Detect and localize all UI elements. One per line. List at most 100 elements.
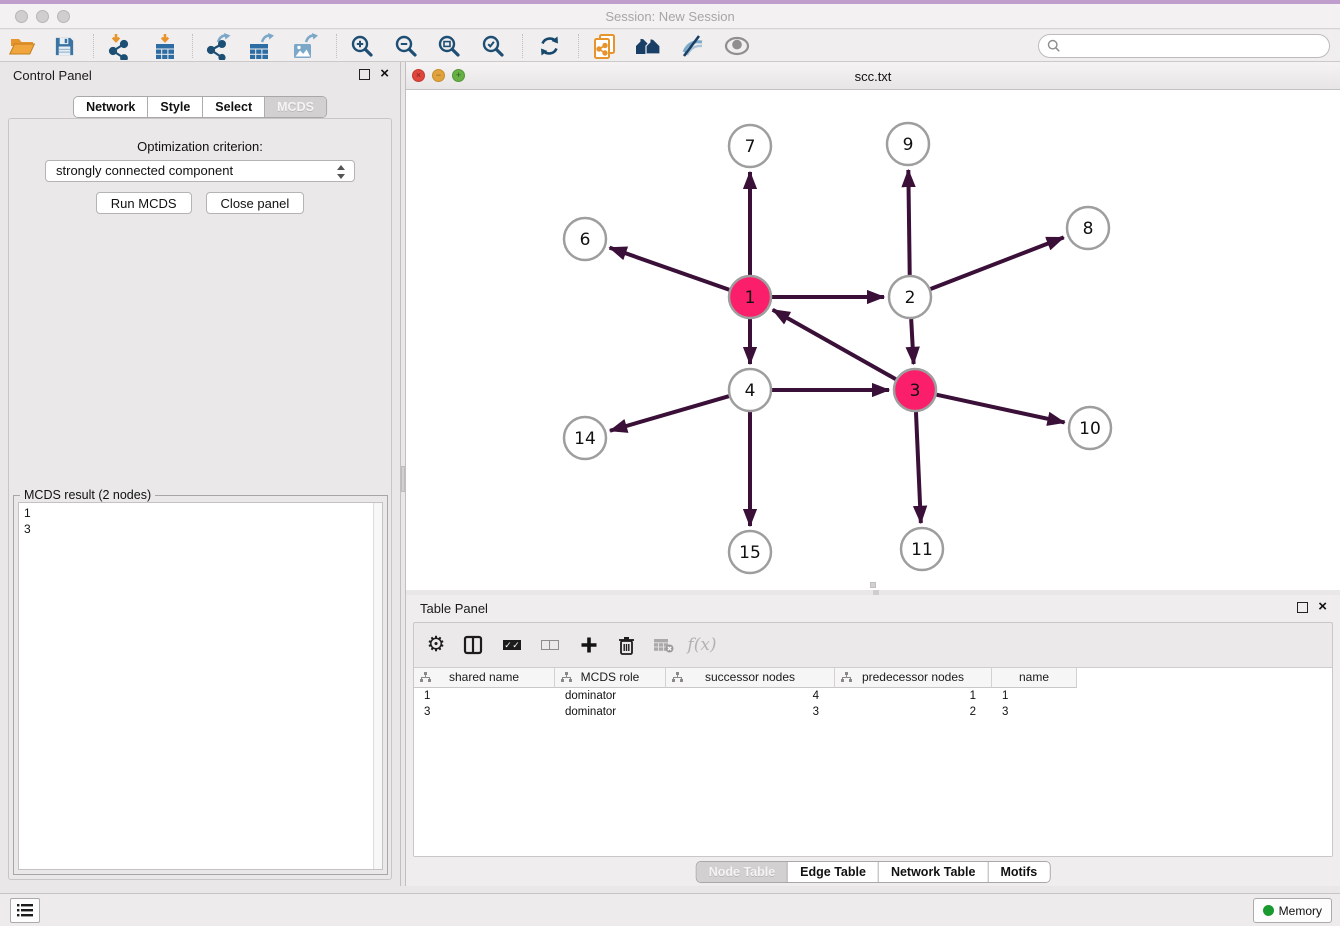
row-filler <box>1077 688 1332 704</box>
node-table: shared name MCDS role successor nodes pr… <box>414 667 1332 856</box>
apply-layout-icon[interactable] <box>533 31 565 61</box>
column-header-shared-name[interactable]: shared name <box>414 668 555 688</box>
import-network-icon[interactable] <box>103 31 135 61</box>
toolbar-separator <box>522 34 523 58</box>
cell-shared-name[interactable]: 1 <box>414 688 555 704</box>
cell-mcds-role[interactable]: dominator <box>555 704 666 720</box>
cell-successor-nodes[interactable]: 4 <box>666 688 835 704</box>
export-network-icon[interactable] <box>202 31 234 61</box>
cell-name[interactable]: 1 <box>992 688 1077 704</box>
canvas-resize-handle[interactable] <box>870 582 876 588</box>
graph-node-3[interactable]: 3 <box>894 369 936 411</box>
graph-node-2[interactable]: 2 <box>889 276 931 318</box>
search-input[interactable] <box>1066 37 1329 55</box>
zoom-fit-icon[interactable] <box>433 31 465 61</box>
graph-edge-3-10[interactable] <box>936 395 1064 423</box>
tab-network[interactable]: Network <box>74 97 148 117</box>
graph-edge-2-8[interactable] <box>931 237 1064 289</box>
network-canvas[interactable]: 1 2 3 4 6 7 8 9 10 11 14 15 <box>406 90 1340 590</box>
control-panel-tabs: Network Style Select MCDS <box>73 96 327 118</box>
cell-mcds-role[interactable]: dominator <box>555 688 666 704</box>
result-scrollbar[interactable] <box>373 503 382 869</box>
graph-node-4[interactable]: 4 <box>729 369 771 411</box>
graph-edge-2-9[interactable] <box>908 170 909 275</box>
run-mcds-button[interactable]: Run MCDS <box>96 192 192 214</box>
toolbar-separator <box>192 34 193 58</box>
tab-motifs[interactable]: Motifs <box>988 862 1049 882</box>
svg-text:10: 10 <box>1079 419 1101 439</box>
export-image-icon[interactable] <box>289 31 321 61</box>
trash-icon[interactable] <box>610 630 642 660</box>
tab-edge-table[interactable]: Edge Table <box>788 862 879 882</box>
toolbar-separator <box>336 34 337 58</box>
tab-mcds[interactable]: MCDS <box>265 97 326 117</box>
column-type-icon <box>841 672 852 683</box>
float-panel-icon[interactable] <box>1297 602 1308 613</box>
graph-edge-2-3[interactable] <box>911 319 913 364</box>
graph-node-9[interactable]: 9 <box>887 123 929 165</box>
zoom-out-icon[interactable] <box>390 31 422 61</box>
split-panel-icon[interactable] <box>457 630 489 660</box>
close-panel-icon[interactable]: × <box>380 65 389 83</box>
column-header-name[interactable]: name <box>992 668 1077 688</box>
tab-node-table[interactable]: Node Table <box>697 862 788 882</box>
result-line: 3 <box>24 521 377 537</box>
graph-edge-4-14[interactable] <box>610 396 729 431</box>
optimization-criterion-select[interactable]: strongly connected component <box>45 160 355 182</box>
close-panel-button[interactable]: Close panel <box>206 192 305 214</box>
table-row[interactable]: 3 dominator 3 2 3 <box>414 704 1332 720</box>
float-panel-icon[interactable] <box>359 69 370 80</box>
graph-node-6[interactable]: 6 <box>564 218 606 260</box>
task-list-button[interactable] <box>10 898 40 923</box>
graph-node-15[interactable]: 15 <box>729 531 771 573</box>
main-toolbar <box>0 30 1340 62</box>
cell-successor-nodes[interactable]: 3 <box>666 704 835 720</box>
cell-predecessor-nodes[interactable]: 1 <box>835 688 992 704</box>
home-icon[interactable] <box>632 31 664 61</box>
close-panel-icon[interactable]: × <box>1318 598 1327 616</box>
deselect-all-icon[interactable] <box>534 630 566 660</box>
graph-node-7[interactable]: 7 <box>729 125 771 167</box>
cell-shared-name[interactable]: 3 <box>414 704 555 720</box>
memory-button[interactable]: Memory <box>1253 898 1332 923</box>
open-file-icon[interactable] <box>6 31 38 61</box>
search-field[interactable] <box>1038 34 1330 58</box>
delete-table-icon <box>647 630 679 660</box>
svg-text:2: 2 <box>905 288 916 308</box>
table-tabs: Node Table Edge Table Network Table Moti… <box>696 861 1051 883</box>
graph-node-1[interactable]: 1 <box>729 276 771 318</box>
graphics-details-icon[interactable] <box>676 31 708 61</box>
table-row[interactable]: 1 dominator 4 1 1 <box>414 688 1332 704</box>
cell-name[interactable]: 3 <box>992 704 1077 720</box>
cell-predecessor-nodes[interactable]: 2 <box>835 704 992 720</box>
zoom-selected-icon[interactable] <box>477 31 509 61</box>
splitter-grip[interactable] <box>401 466 405 492</box>
graph-edge-3-11[interactable] <box>916 412 921 523</box>
add-row-icon[interactable] <box>573 630 605 660</box>
toolbar-separator <box>93 34 94 58</box>
save-session-icon[interactable] <box>48 31 80 61</box>
header-filler <box>1077 668 1332 688</box>
graph-node-8[interactable]: 8 <box>1067 207 1109 249</box>
export-table-icon[interactable] <box>245 31 277 61</box>
zoom-in-icon[interactable] <box>346 31 378 61</box>
mcds-result-textarea[interactable]: 13 <box>18 502 383 870</box>
tab-select[interactable]: Select <box>203 97 265 117</box>
select-all-icon[interactable]: ✓ ✓ <box>496 630 528 660</box>
column-settings-icon[interactable]: ⚙ <box>420 630 452 660</box>
column-header-successor-nodes[interactable]: successor nodes <box>666 668 835 688</box>
import-table-icon[interactable] <box>149 31 181 61</box>
result-line: 1 <box>24 505 377 521</box>
graph-node-10[interactable]: 10 <box>1069 407 1111 449</box>
tab-network-table[interactable]: Network Table <box>879 862 989 882</box>
eye-icon[interactable] <box>721 31 753 61</box>
clone-network-icon[interactable] <box>588 31 620 61</box>
graph-node-14[interactable]: 14 <box>564 417 606 459</box>
tab-style[interactable]: Style <box>148 97 203 117</box>
mcds-tab-content: Optimization criterion: strongly connect… <box>8 118 392 880</box>
graph-node-11[interactable]: 11 <box>901 528 943 570</box>
graph-edge-1-6[interactable] <box>610 248 730 290</box>
column-header-predecessor-nodes[interactable]: predecessor nodes <box>835 668 992 688</box>
column-header-mcds-role[interactable]: MCDS role <box>555 668 666 688</box>
graph-edge-3-1[interactable] <box>773 310 896 379</box>
